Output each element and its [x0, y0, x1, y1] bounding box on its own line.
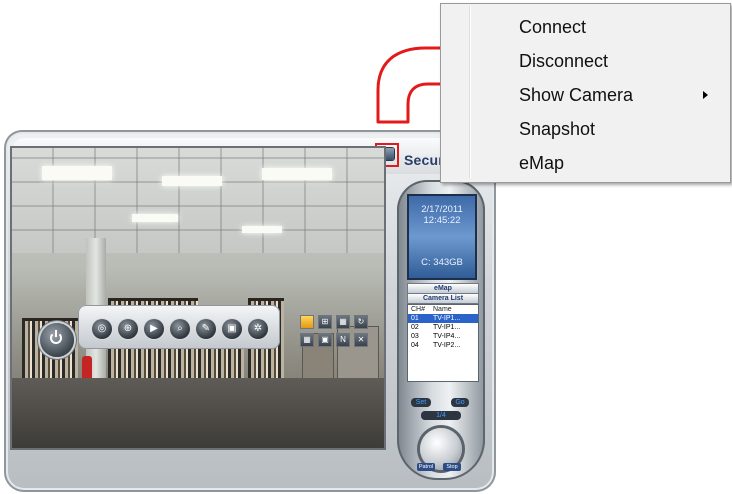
menu-gutter: [469, 6, 470, 178]
submenu-arrow-icon: [703, 91, 708, 99]
menu-item-show-camera[interactable]: Show Camera: [519, 78, 633, 112]
context-menu: Connect Disconnect Show Camera Snapshot …: [440, 3, 731, 183]
menu-item-snapshot[interactable]: Snapshot: [519, 112, 595, 146]
menu-item-disconnect[interactable]: Disconnect: [519, 44, 608, 78]
menu-item-emap[interactable]: eMap: [519, 146, 564, 180]
menu-item-connect[interactable]: Connect: [519, 10, 586, 44]
